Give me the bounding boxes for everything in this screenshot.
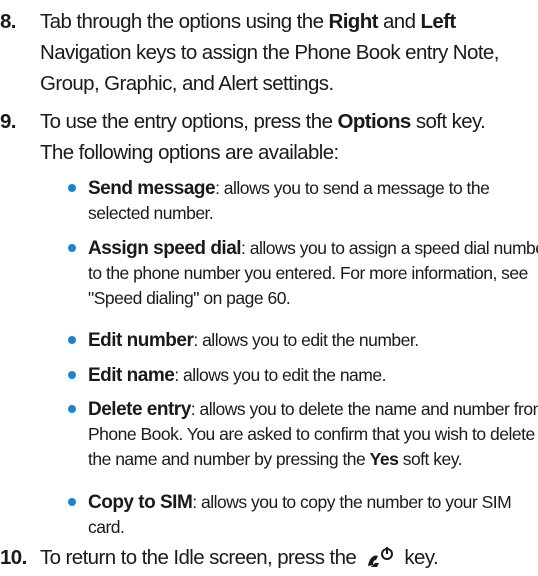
bullet-icon [68,336,76,344]
bullet-icon [68,405,76,413]
step-10: 10. To return to the Idle screen, press … [0,542,520,573]
bullet-icon [68,184,76,192]
step-9: 9. To use the entry options, press the O… [0,106,520,168]
step-text: Tab through the options using the Right … [40,10,499,95]
end-power-key-icon [368,547,394,567]
options-key-label: Options [337,110,412,133]
step-text: To return to the Idle screen, press the … [40,546,439,569]
option-send-message: Send message: allows you to send a messa… [68,176,538,226]
right-key-label: Right [328,10,378,33]
step-8: 8. Tab through the options using the Rig… [0,6,520,99]
bullet-icon [68,371,76,379]
option-edit-number: Edit number: allows you to edit the numb… [68,328,538,353]
option-delete-entry: Delete entry: allows you to delete the n… [68,397,538,472]
left-key-label: Left [420,10,456,33]
step-text: To use the entry options, press the Opti… [40,110,486,164]
bullet-icon [68,498,76,506]
option-copy-to-sim: Copy to SIM: allows you to copy the numb… [68,490,538,540]
yes-key-label: Yes [369,449,399,469]
option-assign-speed-dial: Assign speed dial: allows you to assign … [68,236,538,311]
option-edit-name: Edit name: allows you to edit the name. [68,363,538,388]
step-number: 9. [0,110,17,133]
step-number: 10. [0,546,27,569]
step-number: 8. [0,10,17,33]
bullet-icon [68,244,76,252]
manual-page: 8. Tab through the options using the Rig… [0,0,538,576]
